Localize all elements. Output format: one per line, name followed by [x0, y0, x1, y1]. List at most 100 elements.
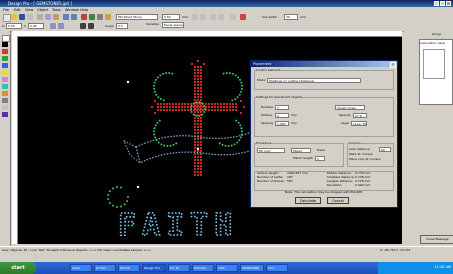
swatch-white[interactable] [2, 35, 10, 42]
undo-icon[interactable] [63, 14, 69, 20]
task-item[interactable]: GEMSTONE [240, 264, 264, 272]
type-select[interactable]: Small circles [335, 105, 365, 110]
outline-field[interactable]: 0 [275, 113, 289, 118]
rhinestone-dot [225, 108, 229, 112]
close-icon[interactable] [446, 1, 451, 6]
rhinestone-dot [156, 102, 160, 106]
swatch-cyan[interactable] [2, 84, 8, 89]
rhinestone-dot [199, 74, 203, 78]
variation-combo[interactable]: Equal spaced [162, 22, 184, 28]
close-message-button[interactable]: Close Message [420, 235, 453, 244]
tool-c-icon[interactable] [105, 14, 111, 20]
menu-tools[interactable]: Tools [52, 8, 61, 12]
rhinestone-dot [192, 102, 195, 105]
rhinestone-dot [136, 185, 140, 189]
number-field[interactable]: 7 [275, 105, 289, 110]
mode-select[interactable]: Positions on outline (distance) [267, 78, 361, 83]
task-item[interactable]: Inbox [70, 264, 92, 272]
tool-a-icon[interactable] [89, 14, 95, 20]
menu-view[interactable]: View [25, 8, 33, 12]
group-list-item[interactable]: Calculation (line) [420, 41, 450, 46]
rhinestone-dot [193, 170, 197, 174]
copy-icon[interactable] [45, 14, 51, 20]
line-width-field[interactable]: 30 [284, 14, 298, 20]
align-center-icon[interactable] [218, 14, 224, 20]
procedure-select[interactable]: Fill cont [257, 148, 285, 153]
task-item[interactable]: Pocket [118, 264, 140, 272]
rhinestone-dot [203, 104, 206, 107]
zoom-icon[interactable] [81, 14, 87, 20]
maximize-icon[interactable] [440, 1, 445, 6]
swatch-yellow[interactable] [2, 70, 8, 75]
rhinestone-dot [157, 96, 160, 99]
new-file-icon[interactable] [3, 14, 11, 22]
task-item-active[interactable]: Design Pro [142, 264, 166, 272]
size-combo[interactable]: 2.50 [162, 14, 180, 20]
corner-value-field[interactable]: 60 [379, 147, 391, 152]
corner-mark[interactable]: Mark at corners [349, 152, 373, 156]
rhinestone-dot [193, 98, 197, 102]
dialog-close-button[interactable]: x [390, 62, 396, 68]
task-item[interactable]: CUT [266, 264, 288, 272]
swatch-orange[interactable] [2, 91, 8, 96]
spacing-field[interactable]: 1.000 [275, 121, 289, 126]
bold-icon[interactable] [192, 14, 198, 20]
italic-icon[interactable] [200, 14, 206, 20]
system-tray: 11:48 AM [378, 262, 453, 274]
x-field[interactable]: 0.00 [6, 23, 22, 29]
font-combo[interactable]: Tall Wood Stone [116, 14, 158, 20]
cut-icon[interactable] [37, 14, 43, 20]
distribute-icon[interactable] [58, 23, 64, 29]
grid-dots-icon[interactable] [80, 23, 86, 29]
menu-edit[interactable]: Edit [14, 8, 21, 12]
rhinestone-dot [225, 105, 229, 109]
swatch-black[interactable] [2, 42, 8, 47]
paste-icon[interactable] [53, 14, 59, 20]
rhinestone-dot [193, 116, 197, 120]
clock: 11:48 AM [434, 265, 451, 269]
menu-window[interactable]: Window [65, 8, 79, 12]
start-button[interactable]: start [0, 262, 36, 274]
match-length-field[interactable]: 3 [315, 156, 325, 161]
rhinestone-dot [165, 102, 169, 106]
grid-dots-2-icon[interactable] [88, 23, 94, 29]
angle-field[interactable]: 0.0 [116, 23, 128, 29]
minimize-icon[interactable] [434, 1, 439, 6]
task-item[interactable]: JP Fest [94, 264, 116, 272]
menu-help[interactable]: Help [80, 8, 88, 12]
swatch-red[interactable] [2, 49, 8, 54]
task-item[interactable]: CAD [216, 264, 238, 272]
tool-b-icon[interactable] [97, 14, 103, 20]
swatch-pink[interactable] [2, 77, 8, 82]
fixed-label[interactable]: Fixed [317, 148, 325, 152]
task-item[interactable]: Schneid [192, 264, 214, 272]
corner-place-only[interactable]: Place only at corners [349, 157, 380, 161]
swatch-gray[interactable] [2, 98, 8, 103]
align-left-icon[interactable] [210, 14, 216, 20]
print-icon[interactable] [27, 14, 33, 20]
task-item[interactable]: Pro DJ [168, 264, 190, 272]
cancel-button[interactable]: Cancel [327, 197, 349, 204]
rhinestone-dot [177, 108, 181, 112]
tool-d-icon[interactable] [230, 14, 236, 20]
y-field[interactable]: 0.00 [28, 23, 44, 29]
corner-auto-distance[interactable]: Auto distance [349, 147, 370, 151]
swatch-purple[interactable] [2, 112, 8, 117]
save-icon[interactable] [19, 14, 25, 20]
opacity-field[interactable]: 27.0 [353, 113, 367, 118]
tool-e-icon[interactable] [240, 14, 246, 20]
swatch-blue[interactable] [2, 63, 8, 68]
direction-select[interactable]: Mixed [291, 148, 311, 153]
menu-file[interactable]: File [3, 8, 9, 12]
align-icon[interactable] [50, 23, 56, 29]
open-folder-icon[interactable] [11, 14, 17, 20]
menu-object[interactable]: Object [37, 8, 48, 12]
rhinestone-dot [183, 102, 187, 106]
layer-select[interactable]: Layer 30 [351, 121, 367, 126]
calculate-button[interactable]: Calculate [295, 197, 321, 204]
rhinestone-dot [198, 114, 201, 117]
swatch-silver[interactable] [2, 105, 8, 110]
rhinestone-dot [193, 140, 197, 144]
redo-icon[interactable] [71, 14, 77, 20]
swatch-green[interactable] [2, 56, 8, 61]
